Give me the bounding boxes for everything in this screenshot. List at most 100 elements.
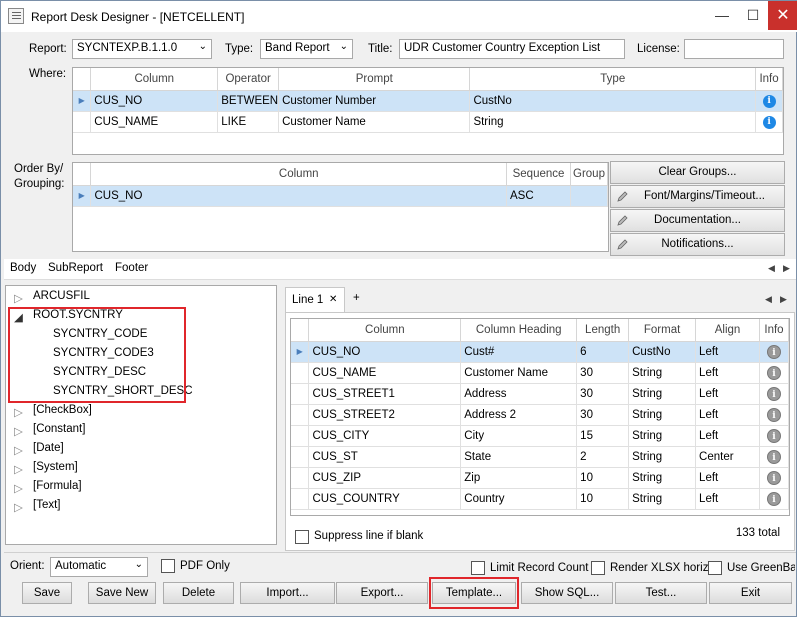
table-row[interactable]: CUS_CITY City 15 String Left i [291,425,790,447]
info-icon[interactable]: i [766,491,781,506]
order-col-column[interactable]: Column [90,163,508,186]
tab-footer[interactable]: Footer [115,262,148,274]
table-row[interactable]: CUS_COUNTRY Country 10 String Left i [291,488,790,510]
line-info-cell[interactable]: i [759,467,790,489]
test-button[interactable]: Test... [615,582,707,604]
line-col-info[interactable]: Info [759,319,790,342]
line-cell-align[interactable]: Left [695,467,760,489]
show-sql-button[interactable]: Show SQL... [521,582,613,604]
where-col-operator[interactable]: Operator [217,68,280,91]
tree-item-text[interactable]: [Text] [33,499,60,511]
tab-line-1[interactable]: Line 1 ✕ [285,287,345,313]
tree-item-date[interactable]: [Date] [33,442,64,454]
scroll-right-icon[interactable]: ▶ [780,294,787,305]
table-row[interactable]: CUS_ST State 2 String Center i [291,446,790,468]
expand-icon[interactable]: ▷ [14,443,23,457]
line-info-cell[interactable]: i [759,362,790,384]
line-cell-format[interactable]: String [628,425,697,447]
where-info-cell[interactable]: i [755,111,783,133]
expand-icon[interactable]: ▷ [14,500,23,514]
line-cell-length[interactable]: 10 [576,488,630,510]
line-info-cell[interactable]: i [759,404,790,426]
line-cell-column[interactable]: CUS_STREET2 [308,404,462,426]
where-col-info[interactable]: Info [755,68,783,91]
tree-item-constant[interactable]: [Constant] [33,423,85,435]
where-cell-type[interactable]: CustNo [469,90,757,112]
tab-subreport[interactable]: SubReport [48,262,103,274]
expand-icon[interactable]: ▷ [14,481,23,495]
where-cell-type[interactable]: String [469,111,757,133]
scroll-left-icon[interactable]: ◀ [765,294,772,305]
line-cell-length[interactable]: 2 [576,446,630,468]
report-select[interactable]: SYCNTEXP.B.1.1.0 ⌄ [72,39,212,59]
tab-body[interactable]: Body [10,262,36,274]
suppress-line-checkbox[interactable] [295,530,309,544]
line-cell-length[interactable]: 30 [576,404,630,426]
expand-icon[interactable]: ▷ [14,291,23,305]
line-cell-align[interactable]: Left [695,341,760,363]
line-cell-heading[interactable]: Address [460,383,578,405]
scroll-left-icon[interactable]: ◀ [768,263,775,274]
line-cell-format[interactable]: CustNo [628,341,697,363]
where-col-column[interactable]: Column [90,68,219,91]
line-cell-length[interactable]: 6 [576,341,630,363]
line-cell-length[interactable]: 15 [576,425,630,447]
where-cell-prompt[interactable]: Customer Number [278,90,471,112]
order-col-sequence[interactable]: Sequence [506,163,571,186]
export-button[interactable]: Export... [336,582,428,604]
line-cell-format[interactable]: String [628,467,697,489]
limit-record-checkbox[interactable] [471,561,485,575]
line-info-cell[interactable]: i [759,446,790,468]
import-button[interactable]: Import... [240,582,335,604]
table-row[interactable]: ▶ CUS_NO Cust# 6 CustNo Left i [291,341,790,363]
line-cell-align[interactable]: Left [695,488,760,510]
line-cell-length[interactable]: 10 [576,467,630,489]
close-window-button[interactable]: ✕ [768,1,797,30]
where-col-prompt[interactable]: Prompt [278,68,471,91]
line-grid[interactable]: Column Column Heading Length Format Alig… [290,318,790,516]
title-input[interactable]: UDR Customer Country Exception List [399,39,625,59]
delete-button[interactable]: Delete [163,582,234,604]
add-tab-button[interactable]: + [353,292,360,304]
line-cell-column[interactable]: CUS_NO [308,341,462,363]
close-tab-icon[interactable]: ✕ [329,294,337,305]
save-button[interactable]: Save [22,582,72,604]
table-row[interactable]: ▶ CUS_NO ASC [73,185,608,207]
line-col-heading[interactable]: Column Heading [460,319,578,342]
line-col-align[interactable]: Align [695,319,760,342]
save-new-button[interactable]: Save New [88,582,156,604]
line-cell-align[interactable]: Left [695,383,760,405]
orient-select[interactable]: Automatic ⌄ [50,557,148,577]
line-col-length[interactable]: Length [576,319,630,342]
line-info-cell[interactable]: i [759,488,790,510]
font-margins-button[interactable]: Font/Margins/Timeout... [610,185,785,208]
line-cell-length[interactable]: 30 [576,383,630,405]
line-cell-format[interactable]: String [628,446,697,468]
order-cell-group[interactable] [570,185,608,207]
line-cell-format[interactable]: String [628,404,697,426]
exit-button[interactable]: Exit [709,582,792,604]
table-row[interactable]: CUS_NAME LIKE Customer Name String i [73,111,783,133]
where-cell-column[interactable]: CUS_NO [90,90,219,112]
table-row[interactable]: ▶ CUS_NO BETWEEN Customer Number CustNo … [73,90,783,112]
line-cell-column[interactable]: CUS_NAME [308,362,462,384]
line-cell-column[interactable]: CUS_ST [308,446,462,468]
info-icon[interactable]: i [766,344,781,359]
line-col-format[interactable]: Format [628,319,697,342]
line-cell-column[interactable]: CUS_COUNTRY [308,488,462,510]
info-icon[interactable]: i [766,449,781,464]
line-cell-heading[interactable]: Address 2 [460,404,578,426]
clear-groups-button[interactable]: Clear Groups... [610,161,785,184]
line-cell-heading[interactable]: City [460,425,578,447]
use-greenbar-checkbox[interactable] [708,561,722,575]
info-icon[interactable]: i [766,386,781,401]
table-row[interactable]: CUS_NAME Customer Name 30 String Left i [291,362,790,384]
line-cell-format[interactable]: String [628,383,697,405]
documentation-button[interactable]: Documentation... [610,209,785,232]
line-cell-heading[interactable]: State [460,446,578,468]
info-icon[interactable]: i [762,115,776,129]
pdf-only-checkbox[interactable] [161,559,175,573]
line-cell-heading[interactable]: Country [460,488,578,510]
where-cell-column[interactable]: CUS_NAME [90,111,219,133]
notifications-button[interactable]: Notifications... [610,233,785,256]
